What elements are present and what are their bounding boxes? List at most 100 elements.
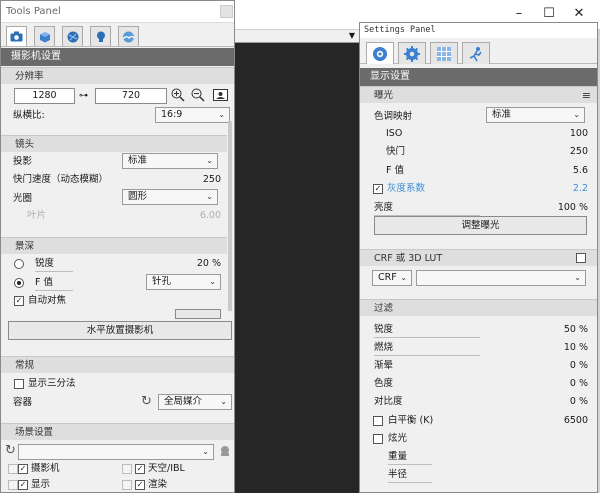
resolution-width-input[interactable]: 1280 (14, 88, 75, 104)
vignette-label: 渐晕 (374, 360, 394, 371)
tab-display[interactable] (366, 42, 394, 64)
gamma-value[interactable]: 2.2 (546, 183, 588, 195)
projection-select-value: 标准 (128, 155, 148, 166)
gamma-label: 灰度系数 (387, 183, 426, 194)
settings-panel: Settings Panel 显示设置 曝光 ≡ 色调映射 标准 ⌄ ISO 100… (359, 22, 598, 493)
tab-animation[interactable] (462, 42, 490, 64)
resolution-heading: 分辨率 (1, 67, 234, 84)
cube-icon (39, 31, 50, 42)
filter-sharpness-value[interactable]: 50 % (546, 324, 588, 336)
fstop-select-value: 针孔 (152, 276, 172, 287)
container-select[interactable]: 全局媒介 ⌄ (158, 394, 232, 410)
tab-object[interactable] (34, 26, 55, 46)
white-balance-value[interactable]: 6500 (546, 415, 588, 427)
slider-track[interactable] (374, 355, 480, 356)
tab-light[interactable] (90, 26, 111, 46)
aspect-select[interactable]: 16:9 ⌄ (155, 107, 230, 123)
filter-heading: 过滤 (360, 299, 597, 316)
slider-track[interactable] (374, 337, 480, 338)
slider-track[interactable] (35, 271, 73, 272)
dof-sharpness-value[interactable]: 20 % (181, 258, 221, 270)
gamma-checkbox[interactable]: ✓ (373, 184, 383, 194)
chevron-down-icon: ⌄ (400, 273, 407, 282)
dof-heading: 景深 (1, 237, 227, 254)
tab-settings[interactable] (398, 42, 426, 64)
lut-select[interactable]: ⌄ (416, 270, 586, 286)
crf-checkbox[interactable] (576, 253, 586, 263)
white-balance-checkbox[interactable] (373, 416, 383, 426)
display-section-title: 显示设置 (360, 68, 597, 86)
bulb-icon (96, 31, 105, 42)
settings-panel-title: Settings Panel (360, 23, 597, 38)
burn-value[interactable]: 10 % (546, 342, 588, 354)
crf-select[interactable]: CRF ⌄ (372, 270, 412, 286)
glare-intensity-label: 重量 (388, 451, 408, 462)
refresh-icon[interactable]: ↻ (141, 394, 152, 409)
crf-heading: CRF 或 3D LUT (360, 249, 597, 266)
sharpness-radio[interactable] (14, 259, 24, 269)
iso-label: ISO (386, 128, 403, 139)
tab-material[interactable] (62, 26, 83, 46)
slider-track[interactable] (35, 290, 73, 291)
autofocus-checkbox[interactable]: ✓ (14, 296, 24, 306)
slider-track[interactable] (388, 464, 432, 465)
exposure-fstop-value[interactable]: 5.6 (546, 165, 588, 177)
render-checkbox[interactable]: ✓ (135, 480, 145, 490)
fstop-select[interactable]: 针孔 ⌄ (146, 274, 221, 290)
display-checkbox[interactable]: ✓ (18, 480, 28, 490)
clipped-button[interactable] (175, 309, 221, 319)
fstop-radio[interactable] (14, 278, 24, 288)
maximize-icon[interactable]: ☐ (541, 6, 557, 22)
sky-visibility-dim-checkbox[interactable] (122, 464, 132, 474)
refresh-icon[interactable]: ↻ (5, 443, 16, 458)
contrast-value[interactable]: 0 % (546, 396, 588, 408)
aperture-select[interactable]: 圆形 ⌄ (122, 189, 218, 205)
brightness-value[interactable]: 100 % (536, 202, 588, 214)
blades-value: 6.00 (199, 210, 221, 221)
saturation-value[interactable]: 0 % (546, 378, 588, 390)
panel-close-icon[interactable] (220, 5, 233, 18)
slider-track[interactable] (388, 482, 432, 483)
scene-camera-label: 摄影机 (31, 463, 60, 474)
environment-icon (122, 31, 135, 42)
thirds-checkbox[interactable] (14, 379, 24, 389)
viewport-dropdown[interactable]: ▼ (235, 30, 359, 43)
resolution-height-input[interactable]: 720 (95, 88, 167, 104)
scene-select[interactable]: ⌄ (18, 444, 214, 460)
camera-checkbox[interactable]: ✓ (18, 464, 28, 474)
chevron-down-icon: ⌄ (218, 110, 225, 119)
projection-select[interactable]: 标准 ⌄ (122, 153, 218, 169)
display-visibility-dim-checkbox[interactable] (8, 480, 18, 490)
tab-camera[interactable] (6, 26, 27, 46)
iso-value[interactable]: 100 (546, 128, 588, 140)
sky-checkbox[interactable]: ✓ (135, 464, 145, 474)
scene-save-icon[interactable] (219, 445, 231, 457)
scene-sky-label: 天空/IBL (148, 463, 185, 474)
tab-textures[interactable] (430, 42, 458, 64)
aperture-label: 光圈 (13, 193, 33, 204)
glare-checkbox[interactable] (373, 434, 383, 444)
close-icon[interactable]: ✕ (571, 6, 587, 22)
minimize-icon[interactable]: – (511, 6, 527, 22)
adjust-exposure-button[interactable]: 调整曝光 (374, 216, 587, 235)
saturation-label: 色度 (374, 378, 394, 389)
chevron-down-icon: ▼ (348, 31, 355, 40)
vignette-value[interactable]: 0 % (546, 360, 588, 372)
tonemap-select[interactable]: 标准 ⌄ (486, 107, 585, 123)
filter-sharpness-label: 锐度 (374, 324, 394, 335)
render-visibility-dim-checkbox[interactable] (122, 480, 132, 490)
zoom-in-icon[interactable] (171, 88, 185, 102)
shutter-value[interactable]: 250 (181, 174, 221, 186)
film-icon[interactable] (213, 89, 228, 101)
scrollbar[interactable] (228, 121, 232, 311)
camera-visibility-dim-checkbox[interactable] (8, 464, 18, 474)
exposure-shutter-value[interactable]: 250 (546, 146, 588, 158)
exposure-fstop-label: F 值 (386, 165, 404, 176)
link-icon[interactable]: ⊶ (79, 91, 88, 101)
zoom-out-icon[interactable] (191, 88, 205, 102)
level-camera-button[interactable]: 水平放置摄影机 (8, 321, 232, 340)
menu-icon[interactable]: ≡ (582, 87, 591, 104)
tonemap-label: 色调映射 (374, 111, 413, 122)
tab-environment[interactable] (118, 26, 139, 46)
sphere-icon (67, 31, 78, 42)
